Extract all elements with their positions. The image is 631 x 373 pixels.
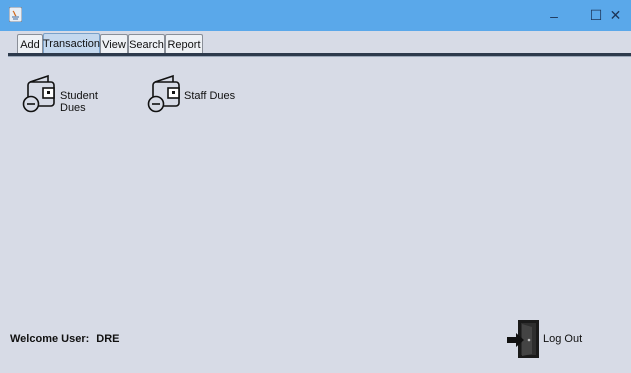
logout-button[interactable]: Log Out bbox=[505, 318, 595, 360]
tab-report[interactable]: Report bbox=[165, 34, 203, 54]
close-button[interactable]: ✕ bbox=[600, 0, 631, 31]
wallet-icon bbox=[147, 74, 180, 113]
tab-add[interactable]: Add bbox=[17, 34, 43, 54]
tab-search[interactable]: Search bbox=[128, 34, 165, 54]
logout-label: Log Out bbox=[543, 333, 583, 345]
student-dues-label: Student Dues bbox=[60, 90, 98, 114]
staff-dues-button[interactable]: Staff Dues bbox=[147, 72, 237, 116]
tab-view[interactable]: View bbox=[100, 34, 128, 54]
wallet-icon bbox=[22, 74, 55, 113]
java-app-icon bbox=[9, 7, 22, 22]
user-name: DRE bbox=[96, 333, 120, 345]
tab-divider-shadow bbox=[8, 56, 631, 57]
student-dues-button[interactable]: Student Dues bbox=[22, 72, 122, 116]
minimize-button[interactable]: – bbox=[531, 0, 577, 31]
welcome-label: Welcome User: bbox=[10, 333, 90, 345]
staff-dues-label: Staff Dues bbox=[184, 90, 236, 102]
welcome-status: Welcome User: DRE bbox=[10, 333, 120, 345]
title-bar: – ☐ ✕ bbox=[0, 0, 631, 31]
logout-door-icon bbox=[507, 320, 539, 358]
tab-transaction[interactable]: Transaction bbox=[43, 33, 100, 54]
